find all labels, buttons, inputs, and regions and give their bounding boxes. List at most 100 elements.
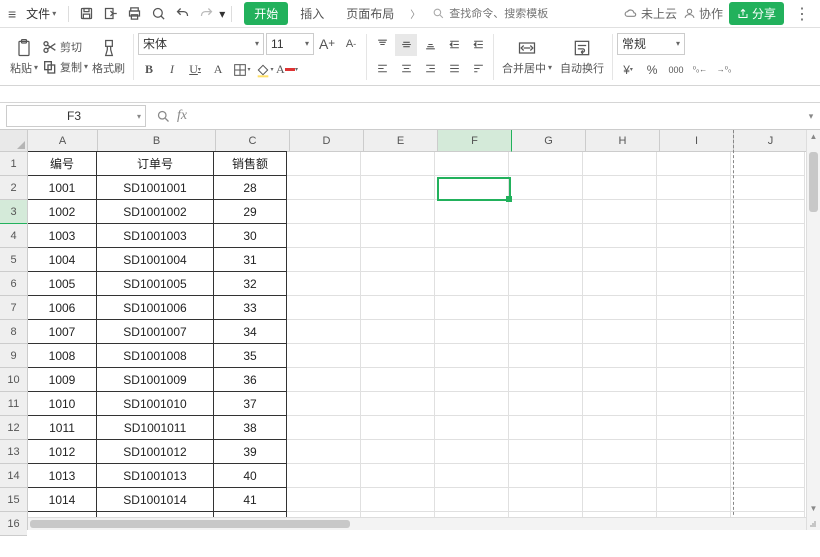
- cell[interactable]: 1014: [28, 487, 97, 512]
- cell[interactable]: 32: [213, 271, 287, 296]
- cell[interactable]: [657, 416, 731, 440]
- select-all-corner[interactable]: [0, 130, 27, 152]
- column-header-A[interactable]: A: [28, 130, 98, 152]
- cell[interactable]: 41: [213, 487, 287, 512]
- share-button[interactable]: 分享: [729, 2, 784, 25]
- align-middle-icon[interactable]: [395, 34, 417, 56]
- chevron-right-icon[interactable]: 〉: [406, 6, 424, 21]
- cell[interactable]: [509, 488, 583, 512]
- fill-color-button[interactable]: ▾: [253, 59, 275, 81]
- border-button[interactable]: ▾: [230, 59, 252, 81]
- cell[interactable]: [361, 224, 435, 248]
- cell[interactable]: 31: [213, 247, 287, 272]
- cell[interactable]: [435, 416, 509, 440]
- cell[interactable]: [287, 200, 361, 224]
- cell[interactable]: [731, 392, 805, 416]
- cell[interactable]: [361, 464, 435, 488]
- cell[interactable]: [287, 272, 361, 296]
- cell[interactable]: [287, 224, 361, 248]
- cell[interactable]: [435, 224, 509, 248]
- cell[interactable]: [657, 320, 731, 344]
- cell[interactable]: [583, 320, 657, 344]
- cell[interactable]: [435, 152, 509, 176]
- column-header-H[interactable]: H: [586, 130, 660, 152]
- vertical-scrollbar[interactable]: ▲ ▼: [806, 130, 820, 530]
- cell[interactable]: 1010: [28, 391, 97, 416]
- cell[interactable]: [509, 224, 583, 248]
- cell[interactable]: [731, 440, 805, 464]
- cell[interactable]: [361, 248, 435, 272]
- cell[interactable]: 1003: [28, 223, 97, 248]
- cell[interactable]: [583, 368, 657, 392]
- cell[interactable]: 1012: [28, 439, 97, 464]
- column-header-F[interactable]: F: [438, 130, 512, 152]
- search-input[interactable]: [449, 8, 559, 20]
- cell[interactable]: [287, 368, 361, 392]
- cell[interactable]: [509, 248, 583, 272]
- cell[interactable]: [509, 464, 583, 488]
- row-header[interactable]: 2: [0, 176, 27, 200]
- font-color-button[interactable]: A▾: [276, 59, 298, 81]
- cell[interactable]: [731, 224, 805, 248]
- cell[interactable]: SD1001007: [96, 319, 214, 344]
- cell[interactable]: [583, 152, 657, 176]
- cell[interactable]: [361, 152, 435, 176]
- scroll-thumb[interactable]: [809, 152, 818, 212]
- wrap-button[interactable]: 自动换行: [556, 36, 608, 78]
- cell[interactable]: [287, 344, 361, 368]
- cell[interactable]: [435, 296, 509, 320]
- format-painter-button[interactable]: 格式刷: [88, 36, 129, 78]
- decrease-decimal-button[interactable]: ⁰₀←: [689, 59, 711, 81]
- thousands-button[interactable]: 000: [665, 59, 687, 81]
- cut-button[interactable]: 剪切: [42, 39, 88, 55]
- cell[interactable]: [509, 344, 583, 368]
- preview-icon[interactable]: [147, 3, 169, 25]
- cell[interactable]: [583, 272, 657, 296]
- cell[interactable]: [657, 224, 731, 248]
- cell[interactable]: [361, 440, 435, 464]
- cell[interactable]: [435, 368, 509, 392]
- cell[interactable]: [361, 488, 435, 512]
- percent-button[interactable]: %: [641, 59, 663, 81]
- cell[interactable]: [435, 440, 509, 464]
- column-header-I[interactable]: I: [660, 130, 734, 152]
- cell[interactable]: [731, 296, 805, 320]
- cell[interactable]: [509, 176, 583, 200]
- cell[interactable]: [361, 392, 435, 416]
- cell[interactable]: 1013: [28, 463, 97, 488]
- cell[interactable]: [435, 464, 509, 488]
- font-family-select[interactable]: 宋体▾: [138, 33, 264, 55]
- row-header[interactable]: 15: [0, 488, 27, 512]
- row-header[interactable]: 14: [0, 464, 27, 488]
- cell[interactable]: 37: [213, 391, 287, 416]
- align-center-icon[interactable]: [395, 58, 417, 80]
- cell[interactable]: [657, 392, 731, 416]
- underline-button[interactable]: U▾: [184, 59, 206, 81]
- copy-button[interactable]: 复制▾: [42, 59, 88, 75]
- column-header-J[interactable]: J: [734, 130, 808, 152]
- cell[interactable]: [657, 368, 731, 392]
- cell[interactable]: [361, 320, 435, 344]
- bold-button[interactable]: B: [138, 59, 160, 81]
- scroll-up-icon[interactable]: ▲: [807, 132, 820, 144]
- cell[interactable]: [731, 200, 805, 224]
- row-header[interactable]: 11: [0, 392, 27, 416]
- cell[interactable]: 1008: [28, 343, 97, 368]
- number-format-select[interactable]: 常规▾: [617, 33, 685, 55]
- chevron-down-icon[interactable]: ▾: [219, 7, 225, 21]
- tab-layout[interactable]: 页面布局: [336, 2, 404, 25]
- cell[interactable]: [287, 176, 361, 200]
- horizontal-scrollbar[interactable]: [28, 517, 806, 530]
- cell[interactable]: SD1001014: [96, 487, 214, 512]
- strikethrough-button[interactable]: A: [207, 59, 229, 81]
- cell[interactable]: [731, 320, 805, 344]
- row-header[interactable]: 9: [0, 344, 27, 368]
- cell[interactable]: [287, 416, 361, 440]
- cell[interactable]: [361, 368, 435, 392]
- cell[interactable]: [657, 272, 731, 296]
- align-top-icon[interactable]: [371, 34, 393, 56]
- column-header-B[interactable]: B: [98, 130, 216, 152]
- cell[interactable]: 35: [213, 343, 287, 368]
- cell[interactable]: SD1001010: [96, 391, 214, 416]
- increase-indent-icon[interactable]: [467, 34, 489, 56]
